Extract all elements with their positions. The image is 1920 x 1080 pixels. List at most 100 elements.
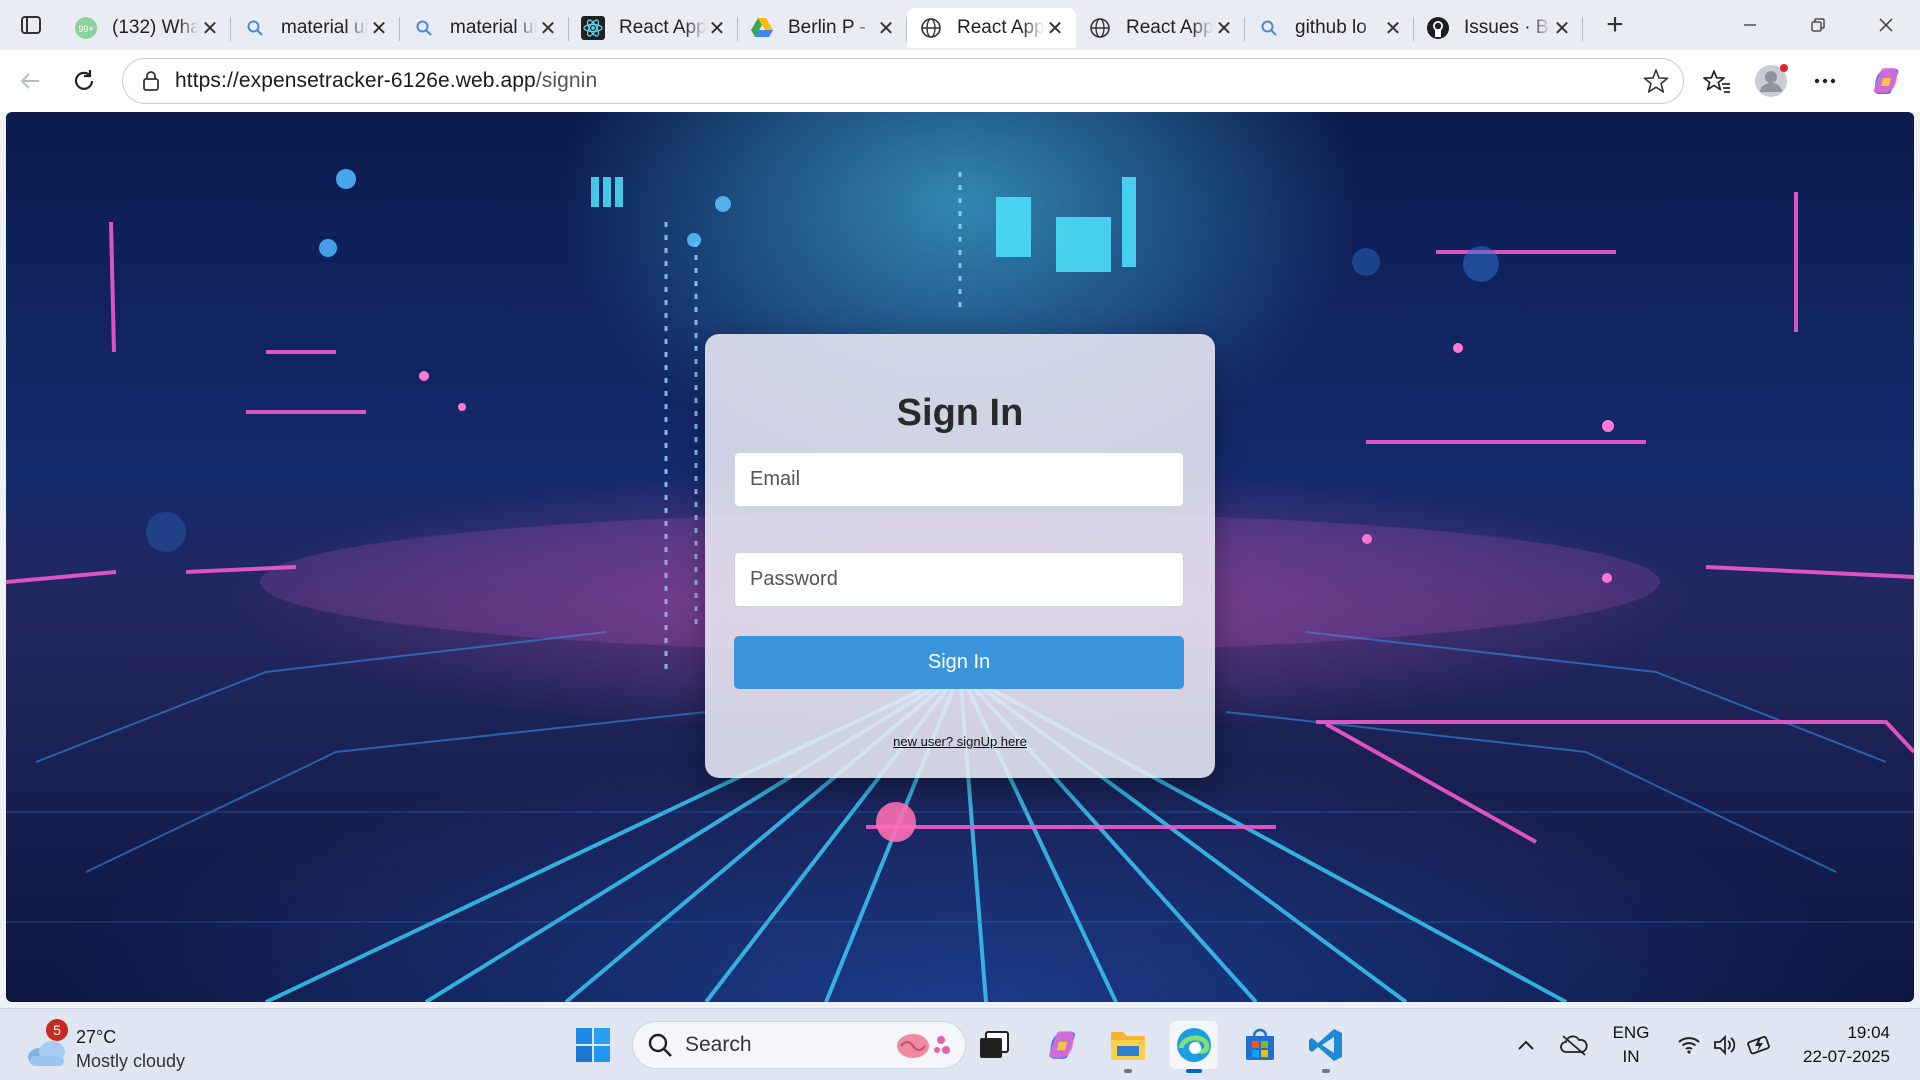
globe-icon xyxy=(1088,16,1112,40)
running-indicator xyxy=(1124,1069,1132,1073)
microsoft-store-button[interactable] xyxy=(1236,1021,1284,1069)
brain-highlight-icon xyxy=(897,1034,950,1058)
taskbar-search-label: Search xyxy=(685,1033,752,1056)
email-input[interactable] xyxy=(734,452,1184,507)
address-bar[interactable]: https://expensetracker-6126e.web.app/sig… xyxy=(122,58,1684,104)
globe-icon xyxy=(919,16,943,40)
tab-close-icon[interactable]: ✕ xyxy=(1044,17,1066,40)
whatsapp-badge: 99+ xyxy=(78,24,93,34)
input-language-indicator[interactable]: ENG IN xyxy=(1606,1021,1656,1069)
taskbar-search-box[interactable]: Search xyxy=(632,1021,966,1069)
back-button[interactable] xyxy=(10,61,50,101)
windows-logo-icon xyxy=(576,1028,610,1062)
url-host: https://expensetracker-6126e.web.app xyxy=(175,69,536,92)
tab-berlin-drive[interactable]: Berlin P - ✕ xyxy=(738,8,907,48)
tab-material-ui-1[interactable]: material ui ✕ xyxy=(231,8,400,48)
signin-heading: Sign In xyxy=(896,392,1024,434)
profile-button[interactable] xyxy=(1744,58,1798,104)
github-icon xyxy=(1426,16,1450,40)
weather-badge: 5 xyxy=(46,1019,68,1041)
tab-title: material ui xyxy=(281,17,368,38)
tab-actions-button[interactable] xyxy=(0,0,62,50)
tab-title: (132) WhatsApp xyxy=(112,17,199,38)
edge-browser-button[interactable] xyxy=(1170,1021,1218,1073)
copilot-button[interactable] xyxy=(1852,58,1920,104)
copilot-icon xyxy=(1873,68,1899,94)
running-indicator xyxy=(1322,1069,1330,1073)
react-icon xyxy=(581,16,605,40)
favorite-star-icon[interactable] xyxy=(1641,66,1671,96)
tab-close-icon[interactable]: ✕ xyxy=(1382,17,1404,40)
search-icon xyxy=(412,16,436,40)
tab-close-icon[interactable]: ✕ xyxy=(1213,17,1235,40)
more-dots-icon xyxy=(1814,78,1836,84)
start-button[interactable] xyxy=(569,1021,617,1069)
search-icon xyxy=(243,16,267,40)
file-explorer-button[interactable] xyxy=(1104,1021,1152,1073)
tab-title: github lo xyxy=(1295,17,1367,38)
tab-material-ui-2[interactable]: material ui ✕ xyxy=(400,8,569,48)
search-icon xyxy=(1257,16,1281,40)
close-window-button[interactable] xyxy=(1852,0,1920,50)
tab-react-app-active[interactable]: React App ✕ xyxy=(907,8,1076,48)
weather-condition: Mostly cloudy xyxy=(76,1051,186,1071)
volume-icon[interactable] xyxy=(1710,1021,1740,1069)
task-view-button[interactable] xyxy=(970,1021,1018,1069)
region-code: IN xyxy=(1622,1047,1640,1066)
show-hidden-icons-button[interactable] xyxy=(1510,1021,1542,1069)
back-arrow-icon xyxy=(20,73,39,89)
browser-toolbar: https://expensetracker-6126e.web.app/sig… xyxy=(0,50,1920,112)
weather-widget[interactable]: 5 27°C Mostly cloudy xyxy=(26,1019,206,1071)
tab-title: Berlin P - xyxy=(788,17,866,38)
tab-close-icon[interactable]: ✕ xyxy=(1551,17,1573,40)
tab-title: material ui xyxy=(450,17,537,38)
task-view-icon xyxy=(980,1031,1009,1058)
folder-icon xyxy=(1111,1032,1145,1060)
tab-close-icon[interactable]: ✕ xyxy=(199,17,221,40)
system-clock[interactable]: 19:04 22-07-2025 xyxy=(1770,1021,1890,1069)
minimize-button[interactable] xyxy=(1716,0,1784,50)
signin-button[interactable]: Sign In xyxy=(734,636,1184,689)
vscode-button[interactable] xyxy=(1302,1021,1350,1073)
tab-react-app-3[interactable]: React App ✕ xyxy=(1076,8,1245,48)
close-icon xyxy=(1879,18,1893,32)
toolbar-right xyxy=(1690,58,1920,104)
clock-time: 19:04 xyxy=(1847,1023,1890,1042)
url-path: /signin xyxy=(535,69,598,92)
tab-close-icon[interactable]: ✕ xyxy=(875,17,897,40)
tab-title: React App xyxy=(957,17,1044,38)
restore-button[interactable] xyxy=(1784,0,1852,50)
edge-icon xyxy=(1177,1028,1211,1062)
tab-title: React App xyxy=(1126,17,1213,38)
refresh-button[interactable] xyxy=(64,61,104,101)
more-menu-button[interactable] xyxy=(1798,58,1852,104)
favorites-icon xyxy=(1703,70,1730,93)
tab-title: Issues · Bo xyxy=(1464,17,1551,38)
page-viewport: Sign In Sign In new user? signUp here xyxy=(6,112,1914,1002)
onedrive-offline-icon xyxy=(1560,1035,1588,1056)
new-tab-button[interactable]: + xyxy=(1591,5,1639,45)
tab-whatsapp[interactable]: 99+ (132) WhatsApp ✕ xyxy=(62,8,231,48)
favorites-button[interactable] xyxy=(1690,58,1744,104)
cloud-icon xyxy=(28,1041,65,1066)
window-controls xyxy=(1716,0,1920,50)
signup-link[interactable]: new user? signUp here xyxy=(705,734,1215,749)
chevron-up-icon xyxy=(1518,1040,1534,1050)
tab-close-icon[interactable]: ✕ xyxy=(706,17,728,40)
password-input[interactable] xyxy=(734,552,1184,607)
tab-react-app-1[interactable]: React App ✕ xyxy=(569,8,738,48)
signin-card: Sign In Sign In new user? signUp here xyxy=(705,334,1215,778)
lock-icon[interactable] xyxy=(133,63,169,99)
store-icon xyxy=(1246,1028,1274,1060)
vscode-icon xyxy=(1309,1029,1342,1061)
tab-close-icon[interactable]: ✕ xyxy=(368,17,390,40)
tab-close-icon[interactable]: ✕ xyxy=(537,17,559,40)
tab-github-issues[interactable]: Issues · Bo ✕ xyxy=(1414,8,1583,48)
google-drive-icon xyxy=(750,16,774,40)
onedrive-button[interactable] xyxy=(1556,1021,1592,1069)
restore-icon xyxy=(1811,18,1825,32)
tab-github-search[interactable]: github lo ✕ xyxy=(1245,8,1414,48)
copilot-taskbar-button[interactable] xyxy=(1038,1021,1086,1069)
profile-avatar-icon xyxy=(1755,64,1788,97)
wifi-icon[interactable] xyxy=(1674,1021,1704,1069)
